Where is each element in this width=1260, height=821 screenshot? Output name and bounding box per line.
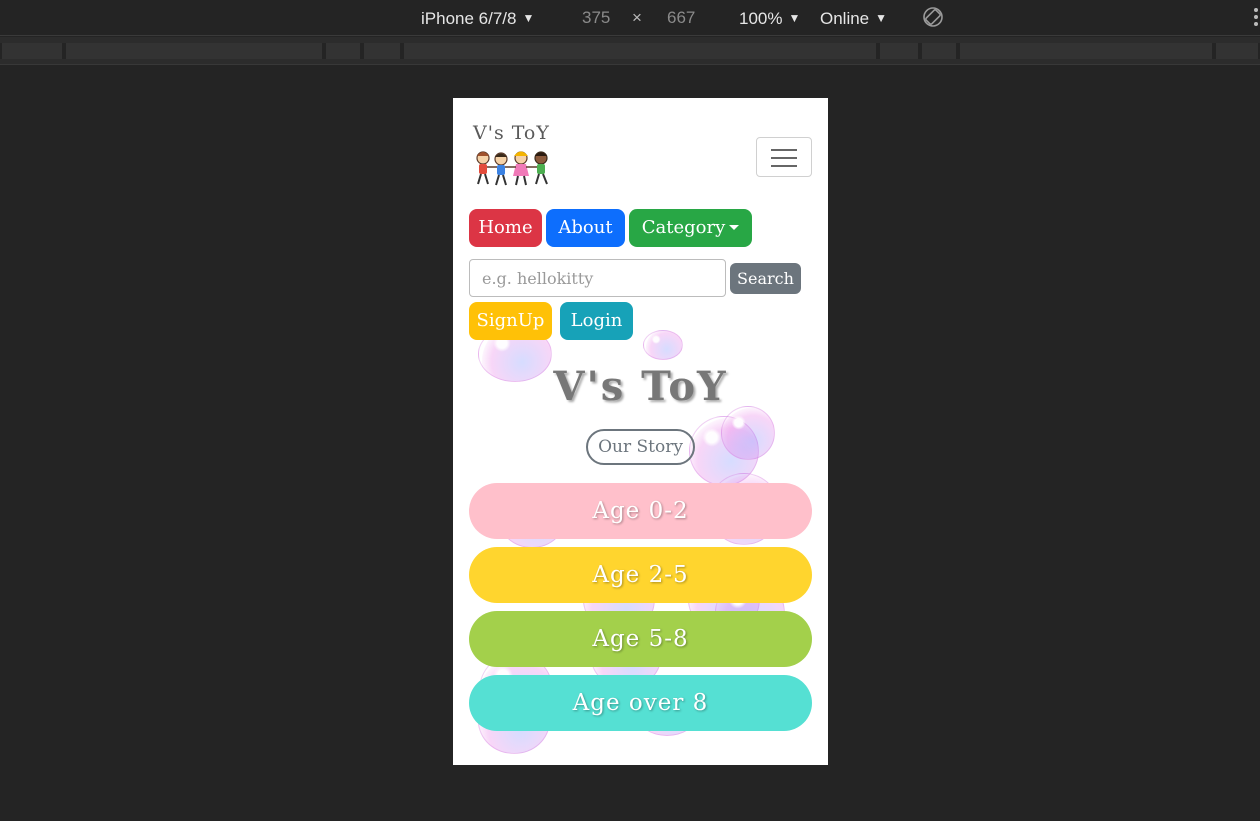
media-query-segment[interactable] bbox=[362, 43, 402, 59]
zoom-label: 100% bbox=[739, 9, 783, 28]
age-0-2-button[interactable]: Age 0-2 bbox=[469, 483, 812, 539]
home-button[interactable]: Home bbox=[469, 209, 542, 247]
more-options-icon[interactable] bbox=[1254, 8, 1260, 28]
age-over-8-button[interactable]: Age over 8 bbox=[469, 675, 812, 731]
dropdown-caret-icon bbox=[729, 225, 740, 230]
hamburger-icon bbox=[771, 149, 797, 151]
media-query-segment[interactable] bbox=[878, 43, 920, 59]
network-select[interactable]: Online ▼ bbox=[820, 7, 887, 29]
height-input[interactable]: 667 bbox=[667, 7, 695, 29]
device-caret-icon: ▼ bbox=[522, 11, 535, 25]
width-input[interactable]: 375 bbox=[582, 7, 610, 29]
media-query-segment[interactable] bbox=[324, 43, 362, 59]
age-5-8-button[interactable]: Age 5-8 bbox=[469, 611, 812, 667]
bubble-decoration bbox=[721, 406, 775, 460]
rotate-icon[interactable] bbox=[922, 6, 944, 28]
brand-name: V's ToY bbox=[473, 122, 550, 144]
zoom-select[interactable]: 100% ▼ bbox=[739, 7, 800, 29]
media-query-segment[interactable] bbox=[64, 43, 324, 59]
our-story-button[interactable]: Our Story bbox=[586, 429, 695, 465]
hamburger-icon bbox=[771, 157, 797, 159]
media-query-segment[interactable] bbox=[402, 43, 878, 59]
device-viewport: V's ToY Home About Category e.g. helloki… bbox=[453, 98, 828, 765]
hamburger-icon bbox=[771, 165, 797, 167]
about-button[interactable]: About bbox=[546, 209, 625, 247]
device-toolbar: iPhone 6/7/8 ▼ 375 × 667 100% ▼ Online ▼ bbox=[0, 0, 1260, 36]
category-label: Category bbox=[641, 217, 726, 238]
login-button[interactable]: Login bbox=[560, 302, 633, 340]
age-2-5-button[interactable]: Age 2-5 bbox=[469, 547, 812, 603]
page-title: V's ToY bbox=[553, 363, 728, 410]
times-icon: × bbox=[632, 8, 642, 27]
media-query-segment[interactable] bbox=[958, 43, 1214, 59]
device-label: iPhone 6/7/8 bbox=[421, 9, 517, 28]
bubble-decoration bbox=[643, 330, 683, 360]
zoom-caret-icon: ▼ bbox=[788, 11, 801, 25]
kids-logo-icon bbox=[476, 151, 548, 186]
navbar-toggler-button[interactable] bbox=[756, 137, 812, 177]
search-button[interactable]: Search bbox=[730, 263, 801, 294]
category-dropdown-button[interactable]: Category bbox=[629, 209, 752, 247]
media-query-segment[interactable] bbox=[1214, 43, 1260, 59]
media-query-segment[interactable] bbox=[0, 43, 64, 59]
media-query-segment[interactable] bbox=[920, 43, 958, 59]
device-select[interactable]: iPhone 6/7/8 ▼ bbox=[421, 7, 534, 29]
media-query-bar bbox=[0, 37, 1260, 65]
network-label: Online bbox=[820, 9, 870, 28]
search-input[interactable] bbox=[469, 259, 726, 297]
network-caret-icon: ▼ bbox=[875, 11, 888, 25]
navbar-brand[interactable]: V's ToY bbox=[473, 122, 555, 192]
signup-button[interactable]: SignUp bbox=[469, 302, 552, 340]
